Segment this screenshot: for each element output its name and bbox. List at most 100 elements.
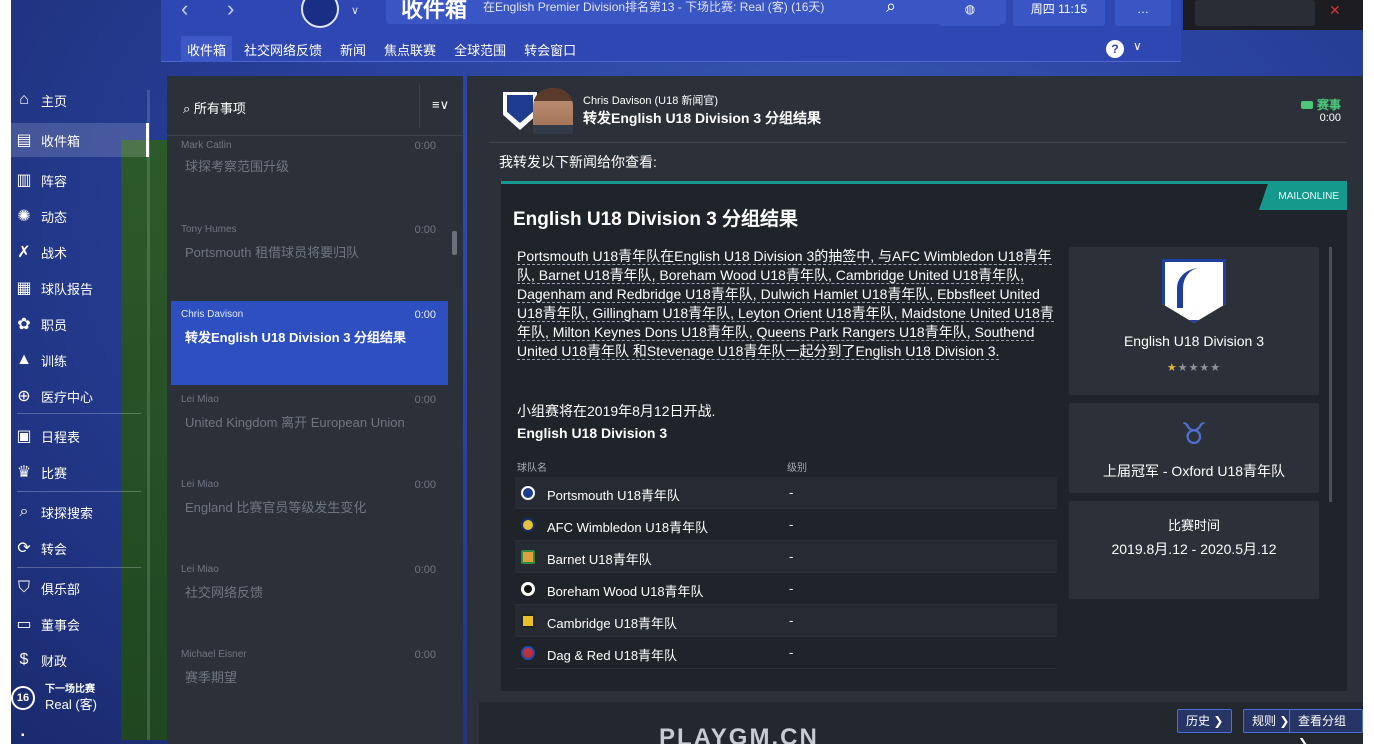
close-icon[interactable]: ✕ <box>1329 2 1341 19</box>
table-row[interactable]: Cambridge U18青年队 - <box>515 605 1057 637</box>
back-arrow-icon[interactable]: ‹ <box>181 0 188 22</box>
squad-icon: ▥ <box>16 172 32 189</box>
help-icon[interactable]: ? <box>1106 40 1124 58</box>
filter-search[interactable]: ⌕ 所有事项 <box>183 98 246 117</box>
sidebar-item-home[interactable]: ⌂ 主页 <box>11 83 149 117</box>
continue-date-button[interactable]: 周四 11:15 <box>1013 0 1105 26</box>
list-item[interactable]: Lei Miao 0:00 England 比赛官员等级发生变化 <box>171 471 448 555</box>
sidebar-item-scouting[interactable]: ⌕ 球探搜索 <box>11 495 149 529</box>
list-item-selected[interactable]: Chris Davison 0:00 转发English U18 Divisio… <box>171 301 448 385</box>
message-sender: Lei Miao <box>181 564 219 575</box>
league-card[interactable]: English U18 Division 3 ★★★★★ <box>1069 247 1319 395</box>
message-sender: Tony Humes <box>181 224 237 235</box>
message-time: 0:00 <box>414 479 436 491</box>
sidebar-item-competitions[interactable]: ♛ 比赛 <box>11 455 149 489</box>
league-name: English U18 Division 3 <box>1123 333 1265 349</box>
sidebar-item-finance[interactable]: $ 财政 <box>11 643 149 677</box>
globe-icon: ◍ <box>964 2 976 16</box>
column-header-level[interactable]: 级别 <box>787 459 807 474</box>
champion-card[interactable]: ♉ 上届冠军 - Oxford U18青年队 <box>1069 403 1319 493</box>
sidebar-item-inbox[interactable]: ▤ 收件箱 <box>11 123 149 157</box>
team-name: Boreham Wood U18青年队 <box>547 584 704 599</box>
table-title[interactable]: English U18 Division 3 <box>517 425 667 441</box>
sidebar-item-calendar[interactable]: ▣ 日程表 <box>11 419 149 453</box>
history-button[interactable]: 历史 ❯ <box>1177 709 1233 733</box>
sidebar-item-dynamics[interactable]: ✺ 动态 <box>11 199 149 233</box>
table-row[interactable]: Boreham Wood U18青年队 - <box>515 573 1057 605</box>
message-time: 0:00 <box>414 394 436 406</box>
message-sender: Michael Eisner <box>181 649 247 660</box>
card-scrollbar[interactable] <box>1329 247 1332 502</box>
tab-news[interactable]: 新闻 <box>334 36 372 62</box>
category-label: 赛事 <box>1316 98 1341 112</box>
period-label: 比赛时间 <box>1167 518 1220 533</box>
team-level: - <box>789 549 794 564</box>
message-time: 0:00 <box>414 309 436 321</box>
transfer-icon: ⟳ <box>17 540 31 557</box>
column-header-team[interactable]: 球队名 <box>517 459 547 474</box>
league-crest-icon <box>1162 259 1226 323</box>
table-row[interactable]: AFC Wimbledon U18青年队 - <box>515 509 1057 541</box>
sidebar-item-tactics[interactable]: ✗ 战术 <box>11 235 149 269</box>
list-scrollbar[interactable] <box>452 231 457 255</box>
sender-name[interactable]: Chris Davison (U18 新闻官) <box>583 92 718 108</box>
tab-focus-leagues[interactable]: 焦点联赛 <box>378 36 442 62</box>
sub-tabs: 收件箱 社交网络反馈 新闻 焦点联赛 全球范围 转会窗口 <box>181 36 588 62</box>
forward-arrow-icon[interactable]: › <box>227 0 234 22</box>
list-item[interactable]: Tony Humes 0:00 Portsmouth 租借球员将要归队 <box>171 216 448 300</box>
message-sender: Lei Miao <box>181 394 219 405</box>
avatar[interactable] <box>533 88 573 134</box>
club-crest-icon[interactable] <box>301 0 339 28</box>
sidebar-item-report[interactable]: ▦ 球队报告 <box>11 271 149 305</box>
message-subject: England 比赛官员等级发生变化 <box>185 500 367 515</box>
list-item[interactable]: Michael Eisner 0:00 赛季期望 <box>171 641 448 725</box>
table-row[interactable]: Dag & Red U18青年队 - <box>515 637 1057 669</box>
sidebar-item-squad[interactable]: ▥ 阵容 <box>11 163 149 197</box>
report-icon: ▦ <box>16 280 32 297</box>
tab-transfer-window[interactable]: 转会窗口 <box>518 36 582 62</box>
sidebar-item-training[interactable]: ▲ 训练 <box>11 343 149 377</box>
list-item[interactable]: Mark Catlin 0:00 球探考察范围升级 <box>171 136 448 186</box>
help-chevron-icon[interactable]: ∨ <box>1133 39 1142 53</box>
finance-icon: $ <box>19 651 29 668</box>
sidebar-item-medical[interactable]: ⊕ 医疗中心 <box>11 379 149 413</box>
article-start-line: 小组赛将在2019年8月12日开战. <box>517 403 716 419</box>
home-icon: ⌂ <box>19 91 29 108</box>
news-source-badge: MAILONLINE <box>1259 184 1347 210</box>
list-item[interactable]: Lei Miao 0:00 United Kingdom 离开 European… <box>171 386 448 470</box>
team-level: - <box>789 517 794 532</box>
tab-social-feedback[interactable]: 社交网络反馈 <box>238 36 328 62</box>
sidebar-item-club[interactable]: ⛉ 俱乐部 <box>11 571 149 605</box>
sidebar-scrollbar[interactable] <box>147 90 150 740</box>
sidebar-item-transfers[interactable]: ⟳ 转会 <box>11 531 149 565</box>
view-groups-button[interactable]: 查看分组 ❯ <box>1289 709 1363 744</box>
club-chevron-icon[interactable]: ∨ <box>351 4 359 17</box>
message-header: Chris Davison (U18 新闻官) 转发English U18 Di… <box>467 76 1363 142</box>
next-match-day: 16 <box>11 686 35 710</box>
team-name: Portsmouth U18青年队 <box>547 488 680 503</box>
calendar-icon: ▣ <box>16 428 32 445</box>
team-logo-icon <box>521 486 535 500</box>
next-match-widget[interactable]: 16 下一场比赛 Real (客) <box>11 678 149 718</box>
table-row[interactable]: Portsmouth U18青年队 - <box>515 477 1057 509</box>
team-name: Barnet U18青年队 <box>547 552 652 567</box>
sidebar-item-board[interactable]: ▭ 董事会 <box>11 607 149 641</box>
more-button[interactable]: … <box>1115 0 1171 26</box>
list-menu-icon[interactable]: ≡∨ <box>432 97 449 113</box>
notification-pill[interactable] <box>1195 0 1315 26</box>
table-row[interactable]: Barnet U18青年队 - <box>515 541 1057 573</box>
bottom-left-icon[interactable]: ▪ <box>21 730 25 741</box>
divider <box>489 142 1347 143</box>
article-body: Portsmouth U18青年队在English U18 Division 3… <box>517 247 1059 361</box>
message-intro: 我转发以下新闻给你查看: <box>499 154 657 170</box>
list-item[interactable]: Lei Miao 0:00 社交网络反馈 <box>171 556 448 640</box>
sidebar-item-staff[interactable]: ✿ 职员 <box>11 307 149 341</box>
search-icon[interactable]: ⌕ <box>886 0 896 17</box>
globe-button[interactable]: ◍ <box>939 0 1001 26</box>
tab-worldwide[interactable]: 全球范围 <box>448 36 512 62</box>
tab-inbox[interactable]: 收件箱 <box>181 36 233 62</box>
sidebar-item-label: 训练 <box>41 353 68 369</box>
message-time: 0:00 <box>1319 112 1341 124</box>
sidebar-item-label: 球探搜索 <box>41 505 94 521</box>
article-body-text[interactable]: Portsmouth U18青年队在English U18 Division 3… <box>517 248 1054 360</box>
